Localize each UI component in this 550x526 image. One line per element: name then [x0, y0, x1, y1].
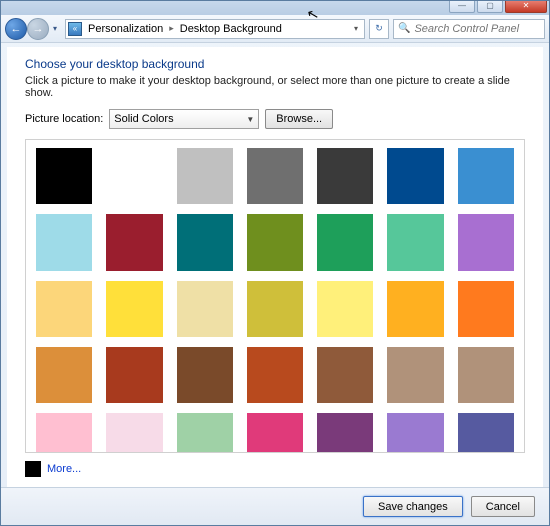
- titlebar: — ▢ ✕: [1, 1, 549, 15]
- color-swatch[interactable]: [106, 148, 162, 204]
- breadcrumb-desktop-background[interactable]: Desktop Background: [178, 23, 284, 35]
- content: Choose your desktop background Click a p…: [7, 47, 543, 487]
- nav-buttons: ← → ▾: [5, 18, 61, 40]
- refresh-button[interactable]: ↻: [369, 19, 389, 39]
- breadcrumb-personalization[interactable]: Personalization: [86, 23, 165, 35]
- back-button[interactable]: ←: [5, 18, 27, 40]
- color-swatch[interactable]: [387, 413, 443, 453]
- more-link[interactable]: More...: [47, 463, 81, 475]
- search-box[interactable]: 🔍: [393, 19, 545, 39]
- color-swatch[interactable]: [247, 413, 303, 453]
- window: ↖ — ▢ ✕ ← → ▾ « Personalization ▸ Deskto…: [0, 0, 550, 526]
- color-swatch[interactable]: [36, 214, 92, 270]
- color-swatch[interactable]: [387, 281, 443, 337]
- color-swatch[interactable]: [177, 413, 233, 453]
- minimize-button[interactable]: —: [449, 1, 475, 13]
- address-bar[interactable]: « Personalization ▸ Desktop Background ▾: [65, 19, 365, 39]
- color-swatch[interactable]: [317, 413, 373, 453]
- color-swatch[interactable]: [458, 281, 514, 337]
- page-subtitle: Click a picture to make it your desktop …: [25, 75, 525, 99]
- chevron-down-icon: ▼: [246, 115, 254, 124]
- address-dropdown[interactable]: ▾: [350, 24, 362, 33]
- color-swatch[interactable]: [317, 347, 373, 403]
- color-swatch[interactable]: [106, 214, 162, 270]
- color-swatch[interactable]: [177, 214, 233, 270]
- maximize-button[interactable]: ▢: [477, 1, 503, 13]
- color-swatch[interactable]: [458, 413, 514, 453]
- color-swatch[interactable]: [247, 281, 303, 337]
- control-panel-icon: «: [68, 22, 82, 36]
- color-swatch[interactable]: [36, 347, 92, 403]
- color-swatch[interactable]: [317, 281, 373, 337]
- color-swatch[interactable]: [458, 214, 514, 270]
- location-value: Solid Colors: [114, 113, 173, 125]
- page-title: Choose your desktop background: [25, 57, 525, 71]
- color-swatch[interactable]: [36, 413, 92, 453]
- color-swatch[interactable]: [106, 413, 162, 453]
- color-swatch[interactable]: [317, 148, 373, 204]
- color-swatch[interactable]: [177, 347, 233, 403]
- color-swatch[interactable]: [458, 347, 514, 403]
- location-select[interactable]: Solid Colors ▼: [109, 109, 259, 129]
- color-swatch[interactable]: [247, 148, 303, 204]
- close-button[interactable]: ✕: [505, 1, 547, 13]
- more-row: More...: [25, 453, 525, 481]
- color-swatch[interactable]: [387, 347, 443, 403]
- nav-history-dropdown[interactable]: ▾: [49, 20, 61, 38]
- swatch-area: [25, 139, 525, 453]
- color-swatch[interactable]: [247, 347, 303, 403]
- color-swatch[interactable]: [247, 214, 303, 270]
- location-row: Picture location: Solid Colors ▼ Browse.…: [25, 109, 525, 129]
- color-swatch[interactable]: [458, 148, 514, 204]
- color-swatch[interactable]: [387, 214, 443, 270]
- color-swatch[interactable]: [106, 281, 162, 337]
- color-swatch[interactable]: [36, 148, 92, 204]
- color-swatch[interactable]: [177, 281, 233, 337]
- chevron-right-icon[interactable]: ▸: [169, 23, 174, 34]
- search-icon: 🔍: [398, 23, 410, 34]
- forward-button[interactable]: →: [27, 18, 49, 40]
- navbar: ← → ▾ « Personalization ▸ Desktop Backgr…: [1, 15, 549, 43]
- footer: Save changes Cancel: [1, 487, 549, 525]
- location-label: Picture location:: [25, 113, 103, 125]
- browse-button[interactable]: Browse...: [265, 109, 333, 129]
- more-swatch[interactable]: [25, 461, 41, 477]
- search-input[interactable]: [414, 23, 540, 35]
- color-swatch[interactable]: [36, 281, 92, 337]
- save-changes-button[interactable]: Save changes: [363, 496, 463, 517]
- color-swatch[interactable]: [387, 148, 443, 204]
- swatch-grid: [36, 148, 514, 453]
- color-swatch[interactable]: [317, 214, 373, 270]
- color-swatch[interactable]: [106, 347, 162, 403]
- color-swatch[interactable]: [177, 148, 233, 204]
- cancel-button[interactable]: Cancel: [471, 496, 535, 517]
